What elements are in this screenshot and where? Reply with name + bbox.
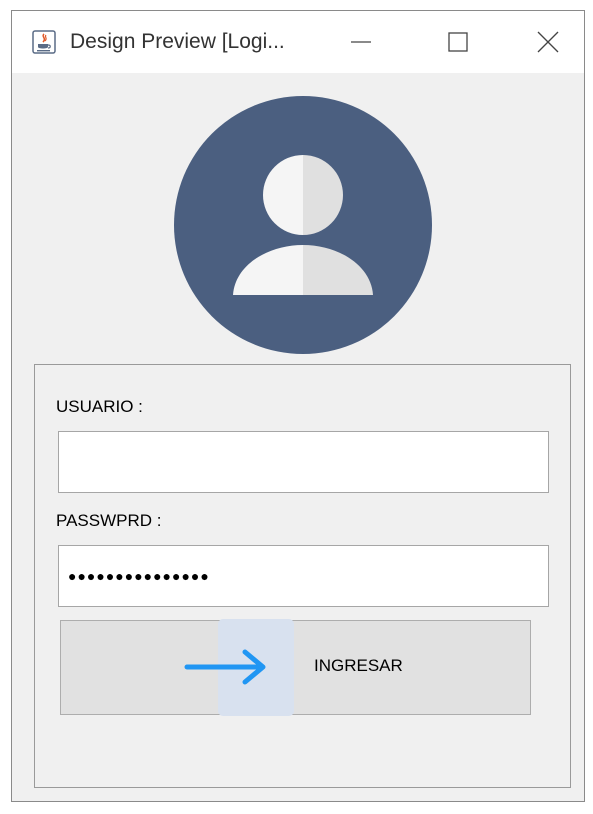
ingresar-button[interactable]: INGRESAR <box>60 619 531 716</box>
minimize-icon <box>351 41 371 43</box>
arrow-right-icon <box>184 649 266 685</box>
user-icon <box>174 96 432 354</box>
title-bar[interactable]: Design Preview [Logi... <box>12 11 584 73</box>
password-masked-value: ●●●●●●●●●●●●●●● <box>68 568 210 584</box>
close-button[interactable] <box>527 21 569 63</box>
maximize-button[interactable] <box>437 21 479 63</box>
window-title: Design Preview [Logi... <box>70 30 285 53</box>
maximize-icon <box>448 32 468 52</box>
login-window: Design Preview [Logi... USUARIO : PASSWP… <box>11 10 585 802</box>
username-label: USUARIO : <box>56 397 143 416</box>
username-input[interactable] <box>58 431 549 493</box>
java-icon <box>32 30 56 54</box>
ingresar-button-label: INGRESAR <box>314 656 403 675</box>
minimize-button[interactable] <box>340 21 382 63</box>
close-icon <box>537 31 559 53</box>
password-label: PASSWPRD : <box>56 511 162 530</box>
